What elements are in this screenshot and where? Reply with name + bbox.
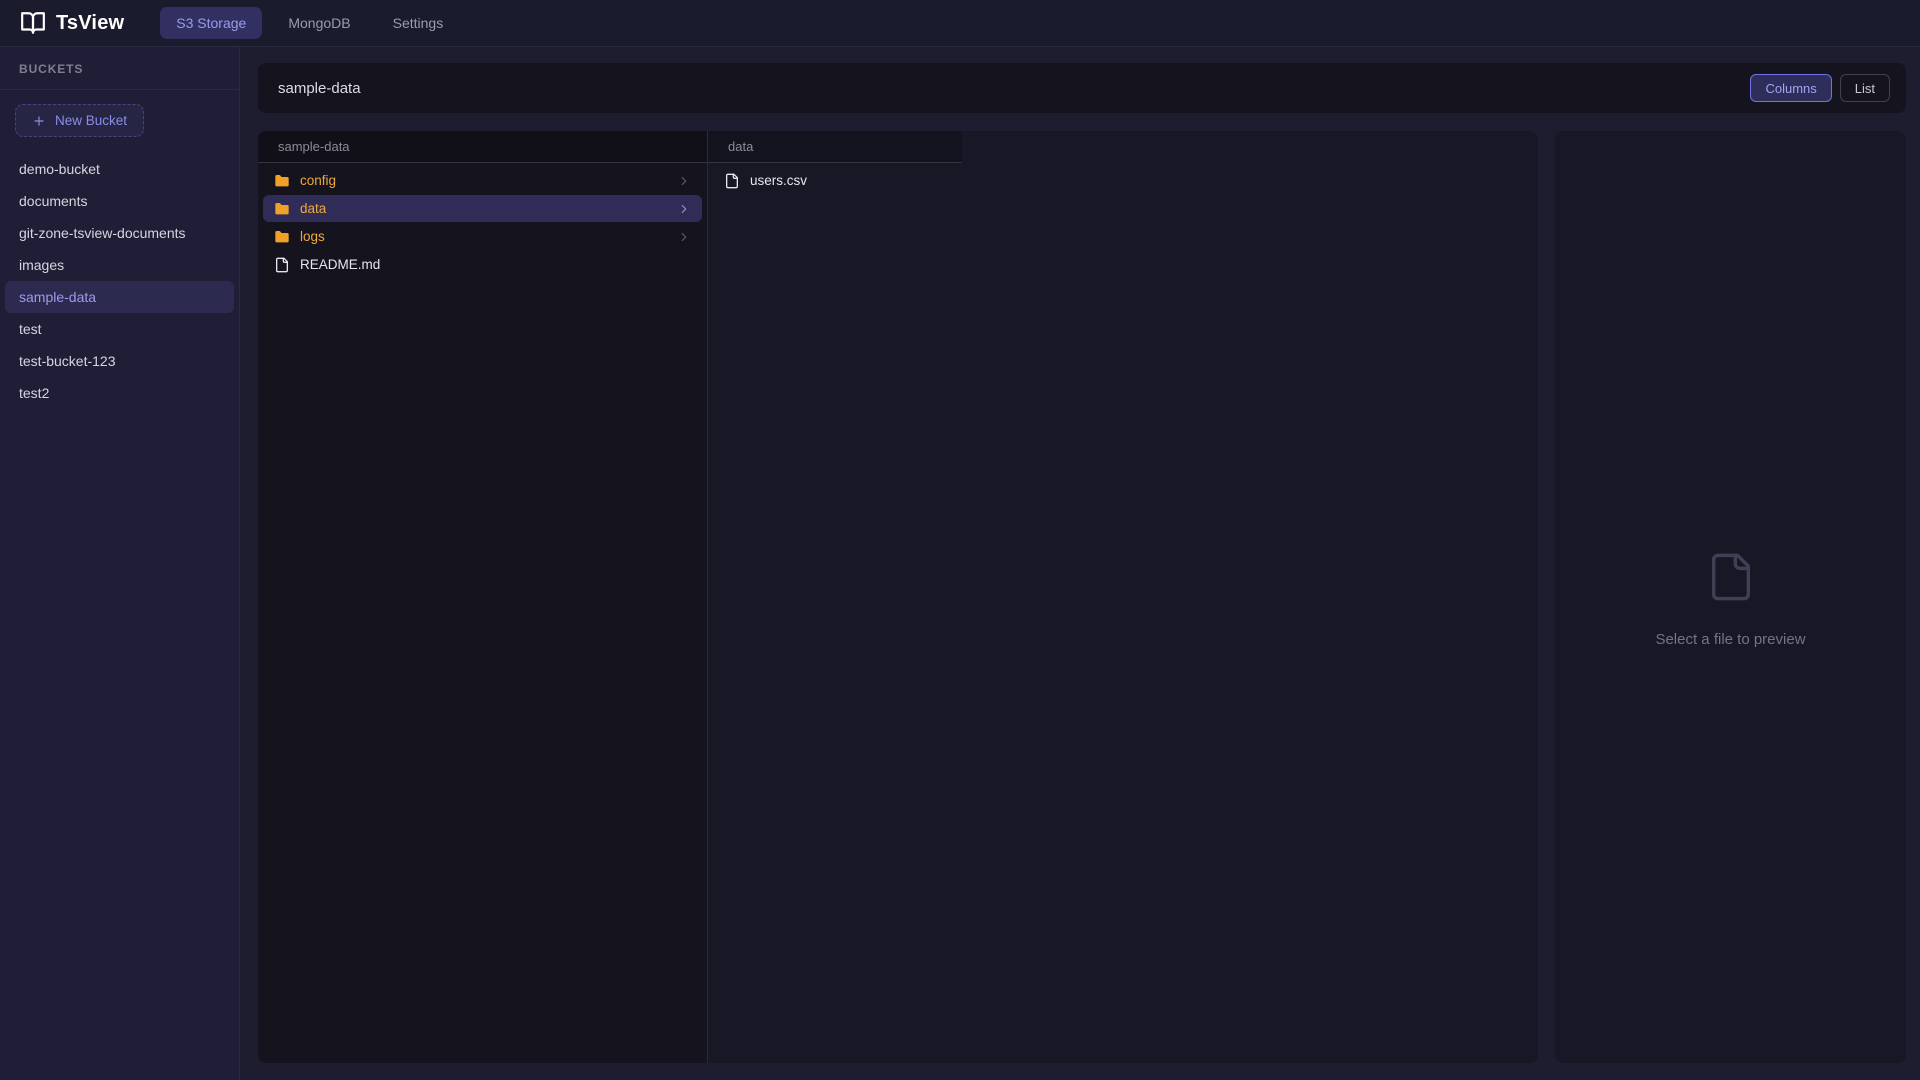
column-body: users.csv bbox=[708, 163, 962, 199]
sidebar-heading: BUCKETS bbox=[0, 47, 239, 90]
list-item-data[interactable]: data bbox=[263, 195, 702, 222]
columns-view-button[interactable]: Columns bbox=[1750, 74, 1831, 102]
browser-column-data: data users.csv bbox=[708, 131, 962, 1063]
sidebar-item-test[interactable]: test bbox=[5, 313, 234, 345]
bucket-name: git-zone-tsview-documents bbox=[19, 225, 186, 241]
item-name: logs bbox=[300, 229, 325, 244]
item-name: config bbox=[300, 173, 336, 188]
chevron-right-icon bbox=[677, 202, 691, 216]
page-header: sample-data Columns List bbox=[258, 63, 1906, 113]
view-toggle: Columns List bbox=[1750, 74, 1890, 102]
file-icon bbox=[724, 173, 740, 189]
browser-column-sample-data: sample-data config bbox=[258, 131, 708, 1063]
sidebar-item-images[interactable]: images bbox=[5, 249, 234, 281]
brand: TsView bbox=[20, 10, 124, 36]
bucket-list: demo-bucket documents git-zone-tsview-do… bbox=[0, 153, 239, 409]
file-icon bbox=[1705, 547, 1757, 607]
main-area: sample-data Columns List sample-data c bbox=[240, 47, 1920, 1080]
list-item-users-csv[interactable]: users.csv bbox=[713, 167, 957, 194]
page-title: sample-data bbox=[278, 80, 361, 97]
main-nav: S3 Storage MongoDB Settings bbox=[160, 7, 459, 39]
bucket-name: test-bucket-123 bbox=[19, 353, 116, 369]
sidebar-item-test-bucket-123[interactable]: test-bucket-123 bbox=[5, 345, 234, 377]
folder-icon bbox=[274, 229, 290, 245]
bucket-name: demo-bucket bbox=[19, 161, 100, 177]
item-name: users.csv bbox=[750, 173, 807, 188]
sidebar-item-documents[interactable]: documents bbox=[5, 185, 234, 217]
folder-icon bbox=[274, 201, 290, 217]
new-bucket-button[interactable]: New Bucket bbox=[15, 104, 144, 137]
chevron-right-icon bbox=[677, 230, 691, 244]
sidebar-item-sample-data[interactable]: sample-data bbox=[5, 281, 234, 313]
new-bucket-label: New Bucket bbox=[55, 113, 127, 128]
list-item-readme-md[interactable]: README.md bbox=[263, 251, 702, 278]
bucket-name: documents bbox=[19, 193, 87, 209]
item-name: README.md bbox=[300, 257, 380, 272]
bucket-name: images bbox=[19, 257, 64, 273]
book-open-icon bbox=[20, 10, 46, 36]
list-item-config[interactable]: config bbox=[263, 167, 702, 194]
bucket-name: sample-data bbox=[19, 289, 96, 305]
chevron-right-icon bbox=[677, 174, 691, 188]
column-body: config data bbox=[258, 163, 707, 283]
content-row: sample-data config bbox=[258, 131, 1906, 1063]
item-name: data bbox=[300, 201, 326, 216]
sidebar-item-demo-bucket[interactable]: demo-bucket bbox=[5, 153, 234, 185]
column-header: sample-data bbox=[258, 131, 707, 163]
list-view-button[interactable]: List bbox=[1840, 74, 1890, 102]
tab-settings[interactable]: Settings bbox=[377, 7, 460, 39]
preview-placeholder-text: Select a file to preview bbox=[1655, 631, 1805, 648]
topbar: TsView S3 Storage MongoDB Settings bbox=[0, 0, 1920, 47]
plus-icon bbox=[32, 114, 46, 128]
tab-mongodb[interactable]: MongoDB bbox=[272, 7, 366, 39]
file-icon bbox=[274, 257, 290, 273]
column-header: data bbox=[708, 131, 962, 163]
list-item-logs[interactable]: logs bbox=[263, 223, 702, 250]
sidebar-item-git-zone-tsview-documents[interactable]: git-zone-tsview-documents bbox=[5, 217, 234, 249]
app-title: TsView bbox=[56, 12, 124, 35]
sidebar-item-test2[interactable]: test2 bbox=[5, 377, 234, 409]
folder-icon bbox=[274, 173, 290, 189]
tab-s3-storage[interactable]: S3 Storage bbox=[160, 7, 262, 39]
preview-panel: Select a file to preview bbox=[1555, 131, 1906, 1063]
file-browser-panel: sample-data config bbox=[258, 131, 1538, 1063]
bucket-name: test bbox=[19, 321, 42, 337]
bucket-name: test2 bbox=[19, 385, 49, 401]
buckets-sidebar: BUCKETS New Bucket demo-bucket documents… bbox=[0, 47, 240, 1080]
